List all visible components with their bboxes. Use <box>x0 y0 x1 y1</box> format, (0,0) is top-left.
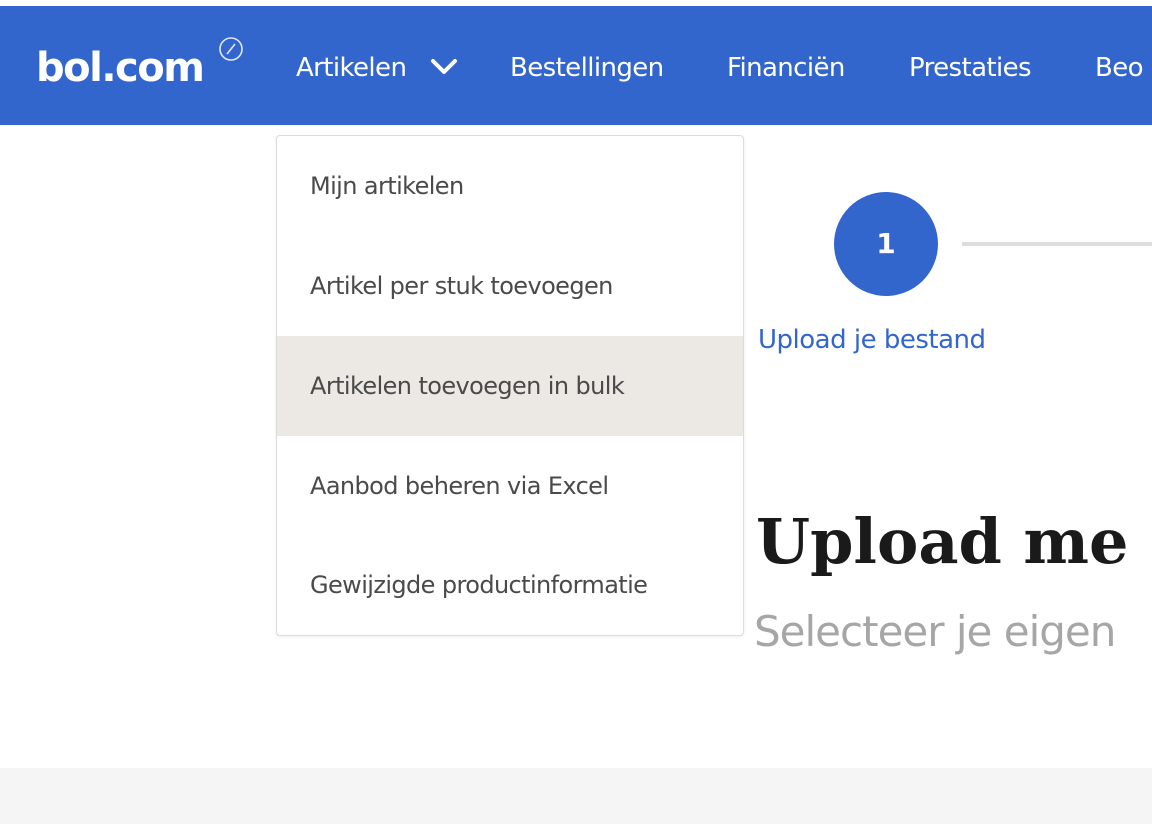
page: bol.com Artikelen Bestellingen Financiën… <box>0 0 1152 824</box>
nav-item-bestellingen[interactable]: Bestellingen <box>510 50 664 86</box>
artikelen-dropdown-menu: Mijn artikelen Artikel per stuk toevoege… <box>276 135 744 636</box>
step-1-label[interactable]: Upload je bestand <box>758 322 986 358</box>
chevron-down-icon[interactable] <box>430 56 458 78</box>
menu-item-gewijzigde-productinformatie[interactable]: Gewijzigde productinformatie <box>277 535 743 635</box>
bol-logo[interactable]: bol.com <box>36 44 205 92</box>
step-1-indicator: 1 <box>834 192 938 296</box>
page-subtitle: Selecteer je eigen <box>754 607 1116 656</box>
nav-item-prestaties[interactable]: Prestaties <box>909 50 1032 86</box>
nav-item-financien[interactable]: Financiën <box>727 50 845 86</box>
menu-item-artikel-per-stuk[interactable]: Artikel per stuk toevoegen <box>277 236 743 336</box>
footer-strip <box>0 768 1152 824</box>
step-connector-line <box>962 242 1152 246</box>
registered-mark-icon <box>219 37 243 61</box>
nav-item-beoordelingen[interactable]: Beo <box>1095 50 1144 86</box>
menu-item-aanbod-excel[interactable]: Aanbod beheren via Excel <box>277 436 743 536</box>
menu-item-artikelen-bulk[interactable]: Artikelen toevoegen in bulk <box>277 336 743 436</box>
page-title: Upload me <box>756 505 1129 578</box>
menu-item-mijn-artikelen[interactable]: Mijn artikelen <box>277 136 743 236</box>
top-navbar: bol.com Artikelen Bestellingen Financiën… <box>0 6 1152 125</box>
nav-item-artikelen[interactable]: Artikelen <box>296 50 407 86</box>
